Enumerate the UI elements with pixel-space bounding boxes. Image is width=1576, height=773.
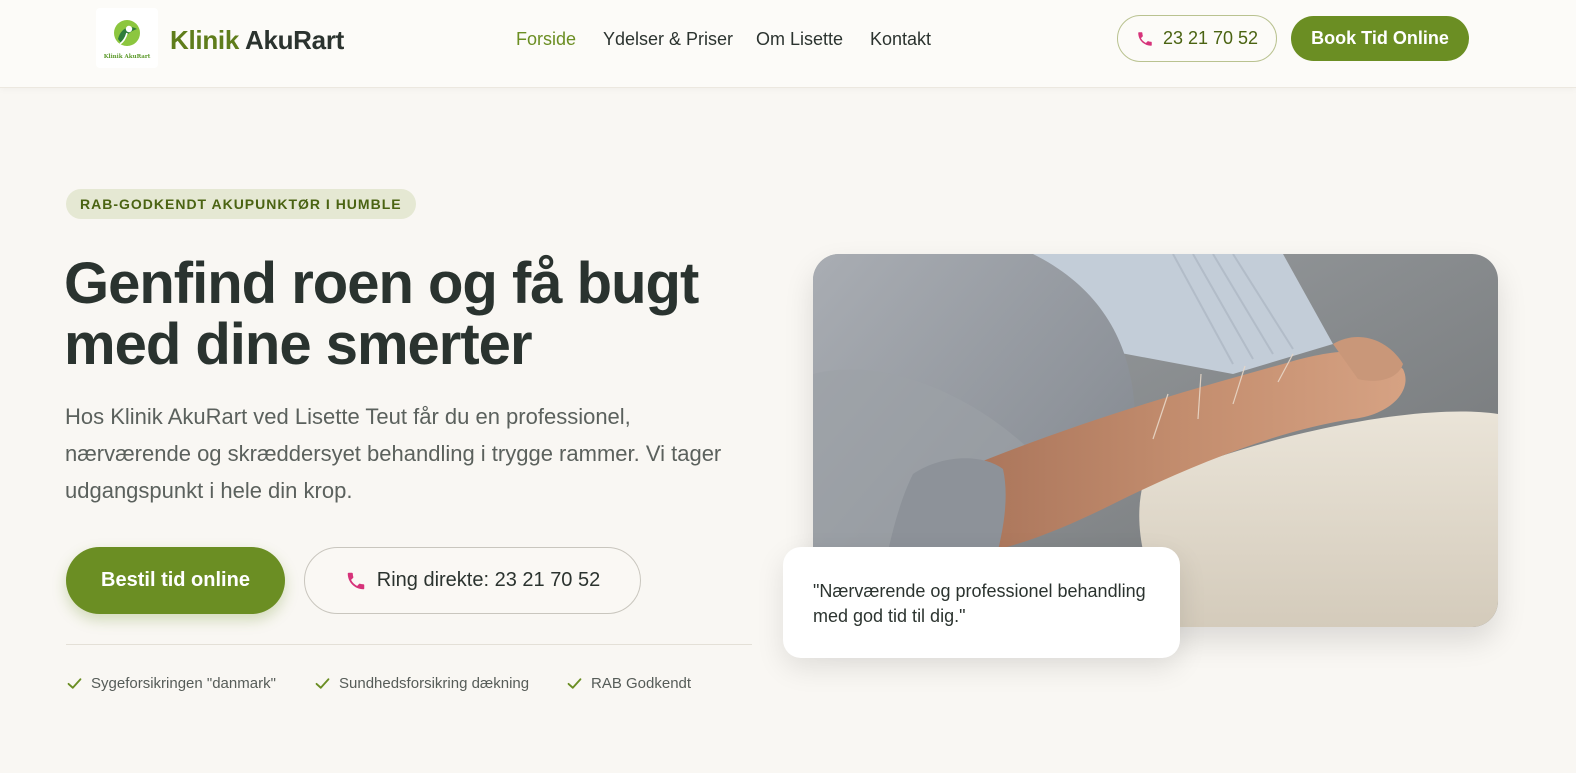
brand-part-2: AkuRart [244, 25, 344, 55]
trust-item-label: Sundhedsforsikring dækning [339, 675, 530, 692]
book-time-button[interactable]: Bestil tid online [66, 547, 285, 614]
trust-item-rab: RAB Godkendt [566, 675, 691, 692]
nav-item-kontakt[interactable]: Kontakt [870, 29, 931, 50]
hero-lead: Hos Klinik AkuRart ved Lisette Teut får … [65, 404, 722, 503]
hero-headline: Genfind roen og få bugt med dine smerter [64, 251, 699, 377]
phone-icon [1138, 31, 1152, 46]
logo[interactable]: Klinik AkuRart [96, 8, 158, 68]
quote-text: "Nærværende og professionel behandling m… [813, 581, 1146, 626]
book-online-button[interactable]: Book Tid Online [1291, 16, 1469, 61]
check-icon [67, 678, 82, 689]
header-phone-number: 23 21 70 52 [1162, 28, 1259, 48]
header-phone-button[interactable]: 23 21 70 52 [1117, 15, 1277, 62]
call-direct-label: Ring direkte: 23 21 70 52 [376, 569, 601, 591]
trust-item-label: Sygeforsikringen "danmark" [91, 675, 276, 692]
nav-item-om-lisette[interactable]: Om Lisette [756, 29, 843, 50]
check-icon [315, 678, 330, 689]
nav-item-ydelser-priser[interactable]: Ydelser & Priser [603, 29, 733, 50]
quote-card: "Nærværende og professionel behandling m… [783, 547, 1180, 658]
site-header: Klinik AkuRart Klinik AkuRart Forside Yd… [0, 0, 1576, 88]
trust-item-sundhedsforsikring: Sundhedsforsikring dækning [314, 675, 529, 692]
logo-leaf-icon [114, 19, 140, 46]
brand-name[interactable]: Klinik AkuRart [170, 25, 344, 56]
brand-part-1: Klinik [170, 25, 239, 55]
rab-badge: RAB-GODKENDT AKUPUNKTØR I HUMBLE [66, 189, 416, 219]
trust-item-danmark: Sygeforsikringen "danmark" [66, 675, 276, 692]
call-direct-button[interactable]: Ring direkte: 23 21 70 52 [304, 547, 641, 614]
logo-text: Klinik AkuRart [103, 53, 151, 60]
check-icon [567, 678, 582, 689]
divider [66, 644, 752, 645]
nav-item-forside[interactable]: Forside [516, 29, 576, 50]
phone-icon [347, 572, 364, 589]
trust-item-label: RAB Godkendt [591, 675, 692, 692]
